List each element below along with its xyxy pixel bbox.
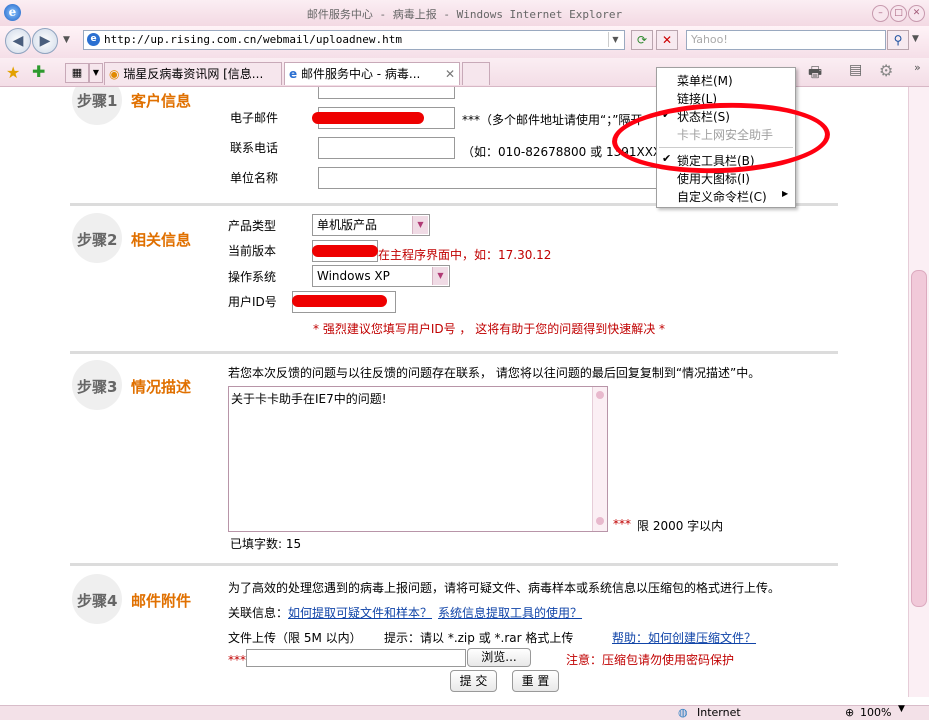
help-compress-link[interactable]: 帮助：如何创建压缩文件？ [612,629,756,646]
title-bar: e 邮件服务中心 - 病毒上报 - Windows Internet Explo… [0,0,929,27]
step2-label: 步骤2 [77,231,118,249]
page-icon: e [87,33,100,46]
divider [70,563,838,566]
limit-stars: *** [613,517,631,531]
history-dropdown-icon[interactable]: ▼ [63,35,70,45]
window-title: 邮件服务中心 - 病毒上报 - Windows Internet Explore… [306,8,623,21]
step1-name: 客户信息 [131,92,192,110]
site-icon: ◉ [109,67,120,81]
password-note: 注意：压缩包请勿使用密码保护 [566,653,735,667]
step4-intro: 为了高效的处理您遇到的病毒上报问题，请将可疑文件、病毒样本或系统信息以压缩包的格… [228,581,781,595]
step3-name: 情况描述 [131,378,192,396]
version-label: 当前版本 [228,244,277,258]
status-bar: ◍ Internet ⊕ 100% ▼ [0,704,929,720]
limit-text: 限 2000 字以内 [637,519,724,533]
print-icon[interactable]: 🖶 [808,62,822,87]
quick-tabs-icon[interactable]: ▦ [65,63,89,83]
name-field[interactable] [318,87,455,99]
zone-label: Internet [697,706,741,719]
step3-intro: 若您本次反馈的问题与以往反馈的问题存在联系， 请您将以往问题的最后回复复制到“情… [228,366,761,380]
tab-mail-service[interactable]: e 邮件服务中心 - 病毒... ✕ [284,62,460,85]
menu-item-customize[interactable]: 自定义命令栏(C) [677,188,767,205]
sysinfo-tool-link[interactable]: 系统信息提取工具的使用？ [438,604,582,621]
company-field[interactable] [318,167,670,189]
email-hint: ***（多个邮件地址请使用“；”隔开 [462,113,643,127]
close-tab-icon[interactable]: ✕ [445,63,455,85]
submenu-arrow-icon: ▶ [782,189,789,198]
new-tab-button[interactable] [462,62,490,85]
tab-rising-news[interactable]: ◉ 瑞星反病毒资讯网 [信息... [104,62,282,85]
scrollbar-thumb[interactable] [911,270,927,607]
phone-label: 联系电话 [230,141,279,155]
tab-label: 邮件服务中心 - 病毒... [300,67,421,81]
product-type-value: 单机版产品 [317,218,378,232]
globe-icon: ◍ [678,706,688,719]
page-menu-icon[interactable]: ▤ [849,62,862,78]
step2-name: 相关信息 [131,231,192,249]
chevron-down-icon: ▼ [432,267,448,285]
close-button[interactable]: ✕ [908,5,925,22]
os-value: Windows XP [317,269,390,283]
upload-label: 文件上传（限 5M 以内） [228,631,362,645]
zoom-icon[interactable]: ⊕ [845,706,854,719]
os-select[interactable]: Windows XP ▼ [312,265,450,287]
related-label: 关联信息： [228,606,289,620]
tools-gear-icon[interactable]: ⚙ [879,61,893,80]
version-hint: 在主程序界面中，如：17.30.12 [378,248,552,262]
stop-icon[interactable]: ✕ [656,30,678,50]
product-type-select[interactable]: 单机版产品 ▼ [312,214,430,236]
menu-item-menubar[interactable]: 菜单栏(M) [677,72,733,89]
address-url: http://up.rising.com.cn/webmail/uploadne… [104,33,403,46]
navigation-bar: ◀ ▶ ▼ e http://up.rising.com.cn/webmail/… [0,26,929,58]
userid-label: 用户ID号 [228,295,277,309]
favorites-star-icon[interactable]: ★ [6,63,20,82]
char-count: 已填字数: 15 [230,537,302,551]
textarea-scrollbar[interactable] [592,387,607,531]
redaction-mark [312,112,424,124]
search-icon[interactable]: ⚲ [887,30,909,50]
back-button[interactable]: ◀ [5,28,31,54]
chevron-down-icon: ▼ [412,216,428,234]
file-path-input[interactable] [246,649,466,667]
scroll-down-icon[interactable] [596,517,604,525]
more-chevron-icon[interactable]: » [914,61,921,74]
tab-list-icon[interactable]: ▼ [89,63,103,83]
zoom-level[interactable]: 100% [860,706,891,719]
zoom-dropdown-icon[interactable]: ▼ [898,704,905,714]
extract-samples-link[interactable]: 如何提取可疑文件和样本？ [288,604,432,621]
upload-stars: *** [228,653,246,667]
os-label: 操作系统 [228,270,277,284]
step4-name: 邮件附件 [131,592,192,610]
description-text: 关于卡卡助手在IE7中的问题! [231,392,387,406]
page-icon: e [289,67,298,81]
maximize-button[interactable]: □ [890,5,907,22]
search-options-icon[interactable]: ▼ [912,34,919,44]
email-label: 电子邮件 [230,111,279,125]
company-label: 单位名称 [230,171,279,185]
tab-label: 瑞星反病毒资讯网 [信息... [123,67,264,81]
description-textarea[interactable]: 关于卡卡助手在IE7中的问题! [228,386,608,532]
product-type-label: 产品类型 [228,219,277,233]
upload-hint: 提示：请以 *.zip 或 *.rar 格式上传 [384,631,574,645]
redaction-mark [292,295,387,307]
forward-button[interactable]: ▶ [32,28,58,54]
submit-button[interactable]: 提 交 [450,670,497,692]
step1-label: 步骤1 [77,92,118,110]
minimize-button[interactable]: – [872,5,889,22]
divider [70,351,838,354]
step4-label: 步骤4 [77,592,118,610]
reset-button[interactable]: 重 置 [512,670,559,692]
scroll-up-icon[interactable] [596,391,604,399]
browse-button[interactable]: 浏览... [467,648,531,667]
search-input[interactable]: Yahoo! [686,30,886,50]
add-favorites-icon[interactable]: ✚ [32,62,45,81]
step3-label: 步骤3 [77,378,118,396]
refresh-icon[interactable]: ⟳ [631,30,653,50]
redaction-mark [312,245,378,257]
phone-field[interactable] [318,137,455,159]
address-dropdown-icon[interactable]: ▼ [608,32,622,47]
address-bar[interactable]: e http://up.rising.com.cn/webmail/upload… [83,30,625,50]
userid-note: * 强烈建议您填写用户ID号 ， 这将有助于您的问题得到快速解决 * [313,322,666,336]
